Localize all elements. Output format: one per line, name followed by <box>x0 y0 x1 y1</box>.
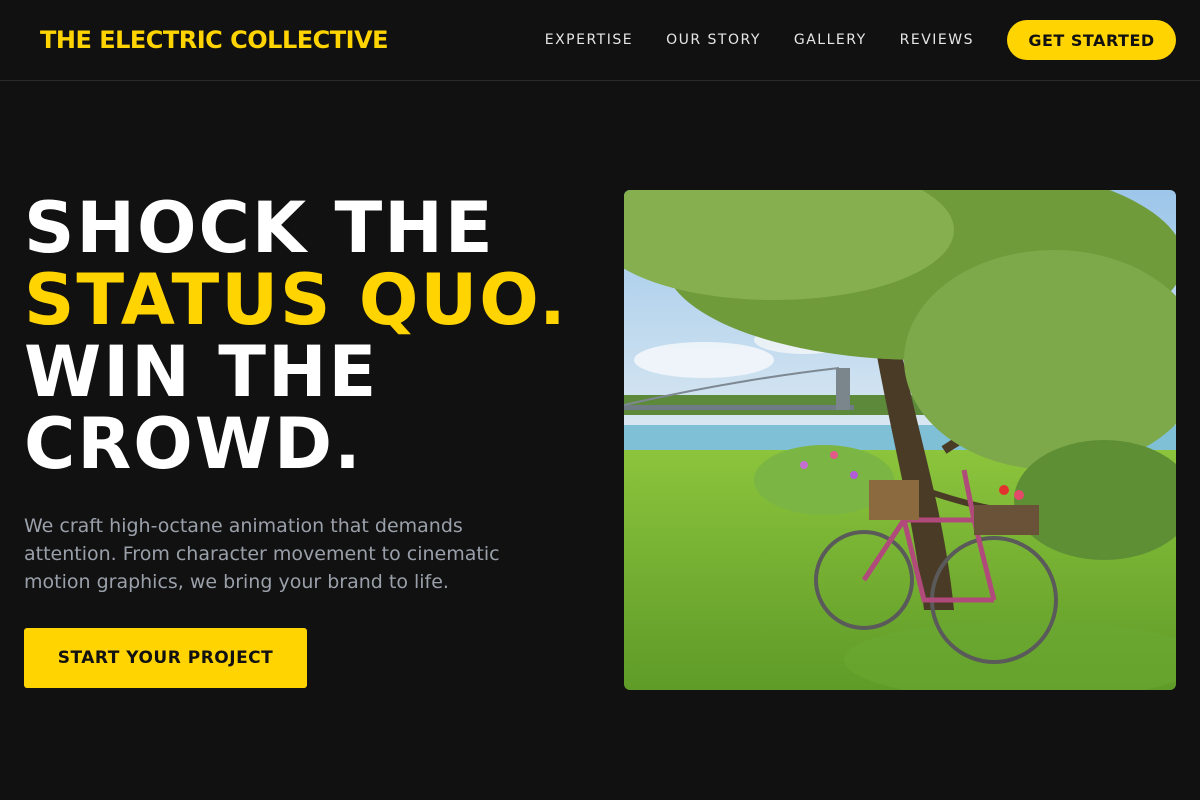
site-header: THE ELECTRIC COLLECTIVE EXPERTISE OUR ST… <box>0 0 1200 81</box>
get-started-button[interactable]: GET STARTED <box>1007 20 1176 60</box>
nav-link-expertise[interactable]: EXPERTISE <box>545 32 633 48</box>
hero-description: We craft high-octane animation that dema… <box>24 515 500 593</box>
hero-photo-illustration <box>624 190 1176 690</box>
headline-line-2: STATUS QUO. <box>24 259 568 341</box>
brand-logo[interactable]: THE ELECTRIC COLLECTIVE <box>40 26 389 54</box>
nav-link-our-story[interactable]: OUR STORY <box>666 32 761 48</box>
hero-photo <box>624 190 1176 690</box>
headline-line-4: CROWD. <box>24 403 363 485</box>
nav-link-reviews[interactable]: REVIEWS <box>900 32 974 48</box>
headline-line-1: SHOCK THE <box>24 187 495 269</box>
headline-line-3: WIN THE <box>24 331 379 413</box>
hero-headline: SHOCK THE STATUS QUO. WIN THE CROWD. <box>24 192 604 480</box>
hero-section: SHOCK THE STATUS QUO. WIN THE CROWD. We … <box>24 192 604 596</box>
nav-link-gallery[interactable]: GALLERY <box>794 32 867 48</box>
main-nav: EXPERTISE OUR STORY GALLERY REVIEWS GET … <box>545 20 1176 60</box>
start-project-button[interactable]: START YOUR PROJECT <box>24 628 307 688</box>
